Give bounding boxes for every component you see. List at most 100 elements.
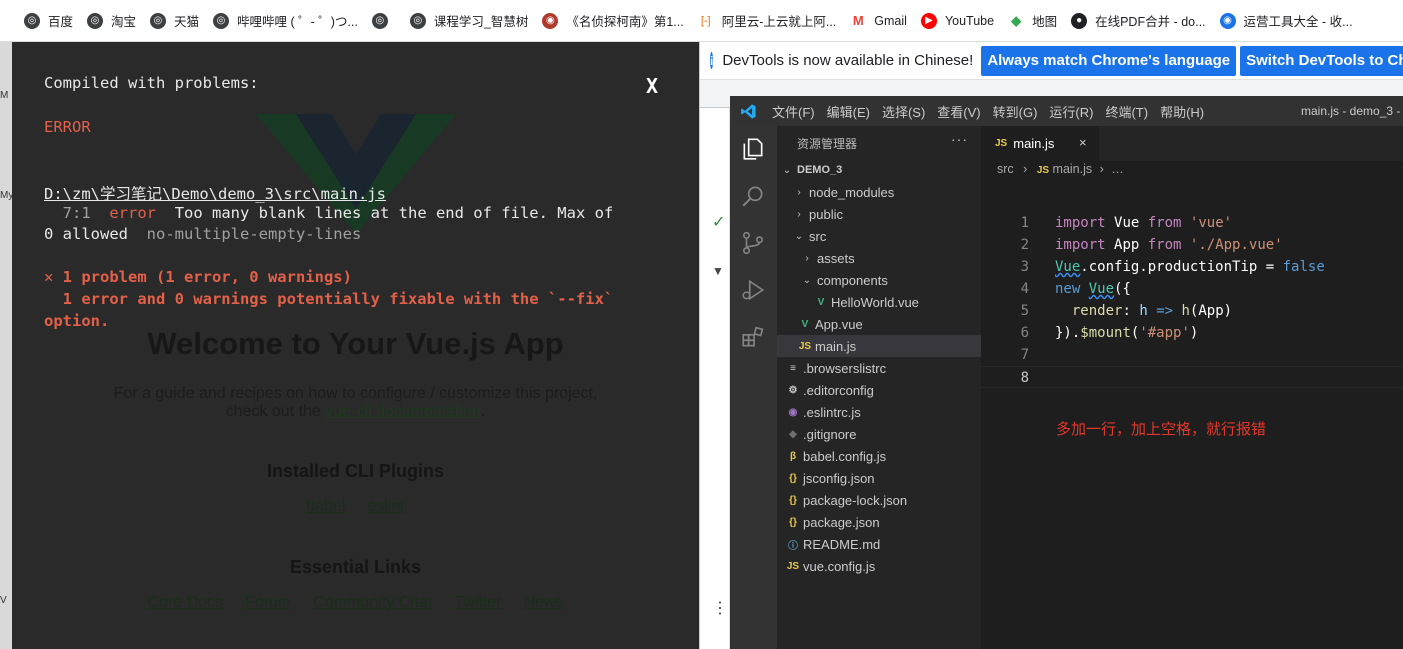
bookmark-item[interactable]: ● 在线PDF合并 - do... [1071,11,1206,30]
breadcrumb-file[interactable]: main.js [1053,162,1093,176]
bookmark-item[interactable]: ◉ 《名侦探柯南》第1... [542,11,684,30]
close-tab-icon[interactable]: × [1079,135,1087,150]
file-type-icon: ◆ [789,428,797,440]
menu-edit[interactable]: 编辑(E) [827,102,870,121]
code-line[interactable]: 5 render: h => h(App) [981,300,1403,322]
extensions-icon[interactable] [740,324,766,350]
tree-folder[interactable]: › public [777,203,981,225]
menu-help[interactable]: 帮助(H) [1160,102,1204,121]
tree-item-label: README.md [803,536,881,552]
tree-file[interactable]: V HelloWorld.vue [777,291,981,313]
tree-file[interactable]: {} package.json [777,511,981,533]
aliyun-icon: [-] [700,14,711,27]
forum-link[interactable]: Forum [245,594,291,612]
tree-file[interactable]: JS main.js [777,335,981,357]
community-chat-link[interactable]: Community Chat [313,594,432,612]
chevron-down-icon[interactable]: ▼ [712,264,724,278]
tree-file[interactable]: {} package-lock.json [777,489,981,511]
news-link[interactable]: News [524,594,564,612]
tree-folder[interactable]: ⌄ src [777,225,981,247]
js-file-icon: JS [1036,165,1050,176]
code-line[interactable]: 6}).$mount('#app') [981,322,1403,344]
tree-file[interactable]: ◉ .eslintrc.js [777,401,981,423]
plugin-babel-link[interactable]: babel [306,498,345,516]
breadcrumb-src[interactable]: src [997,162,1014,176]
bookmark-item[interactable]: ◆ 地图 [1008,11,1057,30]
tab-main-js[interactable]: JS main.js × [981,126,1099,161]
tree-file[interactable]: ⓘ README.md [777,533,981,555]
globe-icon: ◎ [24,12,40,29]
bookmark-item[interactable]: ◎ 淘宝 [87,11,136,30]
code-line[interactable]: 2 import App from './App.vue' [981,234,1403,256]
menu-file[interactable]: 文件(F) [772,102,815,121]
overlay-heading: Compiled with problems: [44,74,259,92]
error-label: ERROR [44,118,91,136]
plugin-eslint-link[interactable]: eslint [367,498,404,516]
explorer-icon[interactable] [740,136,766,162]
file-type-icon: V [817,296,825,308]
file-type-icon: ◉ [788,406,798,418]
globe-icon: ◎ [371,12,388,29]
tree-item-label: src [809,228,827,244]
tree-folder[interactable]: ⌄ components [777,269,981,291]
tree-file[interactable]: β babel.config.js [777,445,981,467]
tree-file[interactable]: V App.vue [777,313,981,335]
menu-run[interactable]: 运行(R) [1049,102,1093,121]
gmail-icon: M [852,13,864,28]
explorer-sidebar: 资源管理器 ··· ⌄ DEMO_3 › node_modules › public ⌄ sr… [777,126,981,649]
explorer-more-button[interactable]: ··· [951,131,968,147]
bookmark-label: 运营工具大全 - 收... [1243,15,1353,29]
menu-selection[interactable]: 选择(S) [882,102,925,121]
bookmark-label: 哔哩哔哩 ( ゜- ゜)つ... [237,15,358,29]
bookmark-item[interactable]: M Gmail [850,13,907,29]
plugins-heading: Installed CLI Plugins [266,461,445,481]
youtube-icon: ▶ [920,12,937,29]
breadcrumb-symbol[interactable]: … [1111,162,1124,176]
run-debug-icon[interactable] [740,277,766,303]
bookmark-item[interactable]: ◎ 课程学习_智慧树 [409,11,528,30]
tree-file[interactable]: {} jsconfig.json [777,467,981,489]
code-line[interactable]: 4 new Vue({ [981,278,1403,300]
bookmark-item[interactable]: ▶ YouTube [920,12,995,29]
desc-line1: For a guide and recipes on how to config… [113,385,598,402]
vue-cli-docs-link[interactable]: vue-cli documentation [325,403,481,420]
tree-folder[interactable]: › node_modules [777,181,981,203]
code-line[interactable]: 7 [981,344,1403,366]
tree-item-label: .gitignore [803,426,857,442]
core-docs-link[interactable]: Core Docs [147,594,223,612]
bookmark-label: YouTube [944,13,995,28]
bookmark-item[interactable]: [-] 阿里云-上云就上阿... [698,11,836,30]
twitter-link[interactable]: Twitter [454,594,501,612]
tree-file[interactable]: ⚙ .editorconfig [777,379,981,401]
match-language-button[interactable]: Always match Chrome's language [981,45,1237,76]
tree-item-label: components [817,272,888,288]
menu-go[interactable]: 转到(G) [993,102,1038,121]
code-line[interactable]: 3 Vue.config.productionTip = false [981,256,1403,278]
overlay-close-button[interactable]: X [646,74,658,98]
code-line[interactable]: 1 import Vue from 'vue' [981,212,1403,234]
bookmark-item[interactable]: ◎ 百度 [24,11,73,30]
bookmark-item[interactable]: ◎ [371,12,396,29]
tree-item-label: node_modules [809,184,895,200]
more-menu-icon[interactable]: ⋮ [712,598,728,618]
tree-folder[interactable]: ⌄ DEMO_3 [777,159,981,181]
switch-chinese-button[interactable]: Switch DevTools to Chinese [1240,45,1403,76]
bookmark-item[interactable]: ◉ 运营工具大全 - 收... [1219,11,1353,30]
tree-file[interactable]: ≡ .browserslistrc [777,357,981,379]
bookmark-item[interactable]: ◎ 哔哩哔哩 ( ゜- ゜)つ... [213,11,358,30]
menu-terminal[interactable]: 终端(T) [1105,102,1148,121]
search-icon[interactable] [740,183,766,209]
globe-icon: ◎ [409,12,426,29]
error-message: Too many blank lines at the end of file.… [174,204,614,222]
menu-view[interactable]: 查看(V) [937,102,980,121]
bookmark-label: 天猫 [174,15,200,29]
source-control-icon[interactable] [740,230,766,256]
fix-hint-cont: option. [44,312,110,330]
code-line-current[interactable]: 8 [981,366,1403,388]
bookmark-item[interactable]: ◎ 天猫 [150,11,199,30]
tree-file[interactable]: ◆ .gitignore [777,423,981,445]
line-number: 8 [1020,370,1029,386]
tree-folder[interactable]: › assets [777,247,981,269]
tree-file[interactable]: JS vue.config.js [777,555,981,577]
error-detail-line2: 0 allowed no-multiple-empty-lines [44,225,361,243]
